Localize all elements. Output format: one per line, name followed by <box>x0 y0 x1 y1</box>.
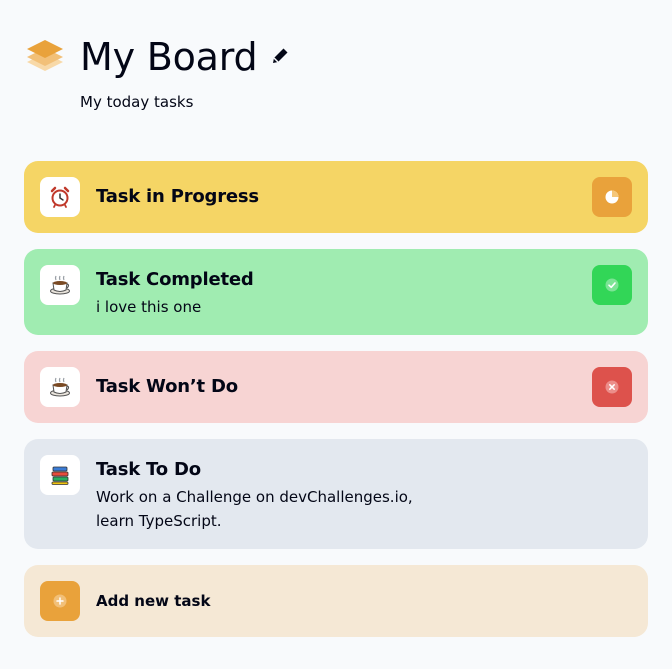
coffee-cup-icon <box>50 377 70 397</box>
task-card-completed[interactable]: Task Completed i love this one <box>24 249 648 335</box>
task-description-line2: learn TypeScript. <box>96 512 222 530</box>
page-title: My Board <box>80 35 258 79</box>
task-icon-container <box>40 455 80 495</box>
plus-circle-icon <box>53 594 67 608</box>
coffee-cup-icon <box>50 275 70 295</box>
task-description-line1: Work on a Challenge on devChallenges.io, <box>96 488 413 506</box>
task-title: Task To Do <box>96 459 201 480</box>
alarm-clock-icon <box>50 186 70 208</box>
status-completed-button[interactable] <box>592 265 632 305</box>
status-in-progress-button[interactable] <box>592 177 632 217</box>
task-card-in-progress[interactable]: Task in Progress <box>24 161 648 233</box>
task-icon-container <box>40 265 80 305</box>
progress-pie-icon <box>605 190 619 204</box>
layers-logo-icon <box>27 40 63 71</box>
page-subtitle: My today tasks <box>80 93 194 111</box>
add-new-task-button[interactable]: Add new task <box>24 565 648 637</box>
close-x-icon <box>605 380 619 394</box>
task-card-wont-do[interactable]: Task Won’t Do <box>24 351 648 423</box>
task-card-to-do[interactable]: Task To Do Work on a Challenge on devCha… <box>24 439 648 549</box>
task-icon-container <box>40 367 80 407</box>
status-wont-do-button[interactable] <box>592 367 632 407</box>
books-icon <box>51 466 69 485</box>
add-icon-container <box>40 581 80 621</box>
task-icon-container <box>40 177 80 217</box>
task-title: Task in Progress <box>96 186 259 207</box>
task-title: Task Completed <box>96 269 254 290</box>
checkmark-icon <box>605 278 619 292</box>
board-header: My Board My today tasks <box>24 34 648 114</box>
task-title: Task Won’t Do <box>96 376 238 397</box>
edit-pencil-icon[interactable] <box>270 46 290 66</box>
add-new-task-label: Add new task <box>96 592 211 610</box>
task-description: i love this one <box>96 298 202 316</box>
